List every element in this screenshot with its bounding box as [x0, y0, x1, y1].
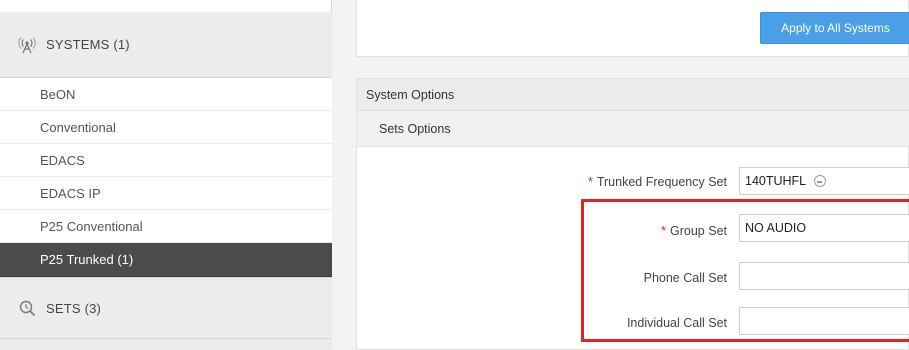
sidebar: SYSTEMS (1) BeON Conventional EDACS EDAC… — [0, 0, 332, 350]
sets-search-icon — [16, 297, 38, 319]
sidebar-item-conventional[interactable]: Conventional — [0, 111, 332, 144]
trunked-frequency-set-select[interactable]: 140TUHFL — [739, 167, 909, 195]
sidebar-item-label: Conventional — [40, 119, 116, 135]
select-value: 140TUHFL — [745, 174, 807, 188]
sidebar-item-edacs-ip[interactable]: EDACS IP — [0, 177, 332, 210]
sets-section-header[interactable]: SETS (3) — [0, 277, 332, 339]
system-options-header: System Options — [357, 79, 909, 111]
sidebar-item-label: BeON — [40, 86, 76, 102]
systems-section-label: SYSTEMS (1) — [46, 37, 130, 52]
sets-section-label: SETS (3) — [46, 300, 102, 316]
sidebar-item-label: EDACS — [40, 152, 85, 168]
phone-call-set-select[interactable] — [739, 262, 909, 290]
individual-call-set-label: Individual Call Set — [626, 316, 727, 330]
group-set-label: * Group Set — [661, 224, 727, 238]
required-marker: * — [661, 224, 667, 238]
sidebar-item-edacs[interactable]: EDACS — [0, 144, 332, 177]
select-value: NO AUDIO — [745, 221, 807, 235]
group-set-select[interactable]: NO AUDIO — [739, 214, 909, 242]
sidebar-item-label: P25 Conventional — [40, 218, 143, 234]
sidebar-item-label: P25 Trunked (1) — [40, 252, 134, 267]
sidebar-item-beon[interactable]: BeON — [0, 78, 332, 111]
sidebar-item-p25-trunked[interactable]: P25 Trunked (1) — [0, 243, 332, 277]
trunked-frequency-set-label: * Trunked Frequency Set — [587, 175, 727, 189]
sidebar-item-label: EDACS IP — [40, 185, 101, 201]
sidebar-footer-strip — [0, 339, 332, 350]
antenna-icon — [16, 34, 38, 56]
individual-call-set-select[interactable] — [739, 307, 909, 335]
phone-call-set-label: Phone Call Set — [643, 271, 727, 285]
sets-options-header: Sets Options — [357, 111, 909, 147]
apply-to-all-systems-button[interactable]: Apply to All Systems — [760, 12, 909, 44]
sidebar-item-p25-conventional[interactable]: P25 Conventional — [0, 210, 332, 243]
systems-section-header[interactable]: SYSTEMS (1) — [0, 12, 332, 78]
required-marker: * — [587, 175, 593, 189]
main-content: Apply to All Systems System Options Sets… — [332, 0, 909, 350]
system-options-panel: System Options Sets Options * Trunked Fre… — [356, 78, 909, 350]
status-indicator-icon — [814, 175, 827, 187]
top-action-panel: Apply to All Systems — [356, 0, 909, 57]
